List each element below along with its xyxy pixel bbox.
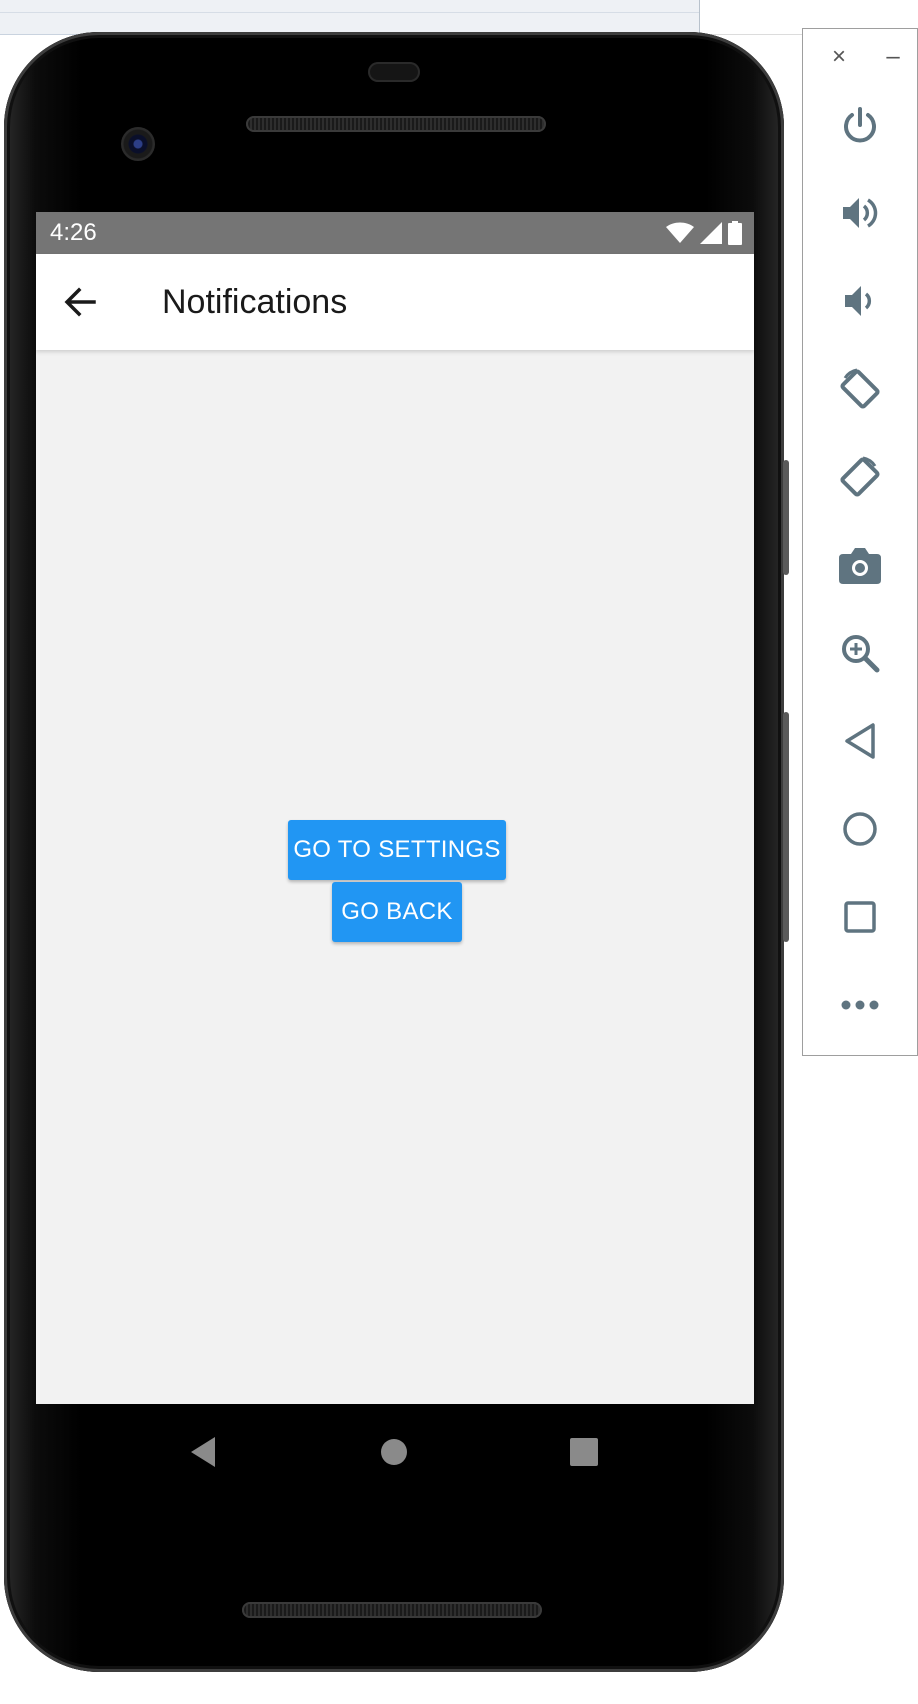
back-arrow-icon	[64, 287, 96, 317]
top-speaker	[246, 116, 546, 132]
camera-icon	[839, 548, 881, 584]
phone-side-button-bottom	[783, 712, 789, 942]
rotate-left-icon	[840, 368, 880, 409]
wifi-icon	[666, 222, 694, 243]
nav-home-button[interactable]	[374, 1432, 414, 1472]
front-camera-icon	[121, 127, 155, 161]
close-icon[interactable]: ×	[827, 45, 851, 69]
background-window-strip	[0, 0, 700, 35]
earpiece-sensor	[368, 62, 420, 82]
rotate-right-icon	[840, 456, 880, 497]
volume-up-icon	[843, 198, 878, 228]
home-icon	[843, 812, 877, 846]
emulator-toolbar: × –	[802, 28, 918, 1056]
zoom-icon	[842, 635, 880, 673]
volume-up-button[interactable]	[835, 188, 885, 238]
back-icon	[845, 723, 875, 759]
nav-back-icon	[191, 1437, 215, 1467]
emulator-toolbar-header: × –	[803, 29, 917, 85]
power-icon	[844, 107, 876, 143]
nav-home-icon	[381, 1439, 407, 1465]
go-to-settings-button[interactable]: GO TO SETTINGS	[288, 820, 506, 880]
navigation-bar	[36, 1404, 754, 1500]
rotate-right-button[interactable]	[835, 452, 885, 502]
overview-icon	[844, 901, 876, 933]
home-button[interactable]	[835, 804, 885, 854]
status-bar: 4:26	[36, 212, 754, 254]
device-screen: 4:26 Notifications GO TO SETTINGS GO BAC…	[36, 212, 754, 1404]
go-back-button[interactable]: GO BACK	[332, 882, 462, 942]
power-button[interactable]	[835, 100, 885, 150]
nav-overview-button[interactable]	[564, 1432, 604, 1472]
nav-overview-icon	[570, 1438, 598, 1466]
zoom-button[interactable]	[835, 628, 885, 678]
cell-signal-icon	[700, 222, 722, 244]
back-button[interactable]	[835, 716, 885, 766]
app-bar: Notifications	[36, 254, 754, 350]
volume-down-icon	[845, 286, 872, 316]
back-arrow-button[interactable]	[56, 278, 104, 326]
bottom-speaker	[242, 1602, 542, 1618]
volume-down-button[interactable]	[835, 276, 885, 326]
status-time: 4:26	[50, 219, 97, 246]
rotate-left-button[interactable]	[835, 364, 885, 414]
phone-side-button-top	[783, 460, 789, 575]
more-button[interactable]	[835, 980, 885, 1030]
nav-back-button[interactable]	[184, 1432, 224, 1472]
status-icons	[666, 221, 742, 245]
overview-button[interactable]	[835, 892, 885, 942]
minimize-icon[interactable]: –	[881, 45, 905, 69]
page-title: Notifications	[162, 283, 348, 321]
screenshot-button[interactable]	[835, 540, 885, 590]
more-icon	[841, 1000, 879, 1010]
battery-icon	[728, 221, 742, 245]
